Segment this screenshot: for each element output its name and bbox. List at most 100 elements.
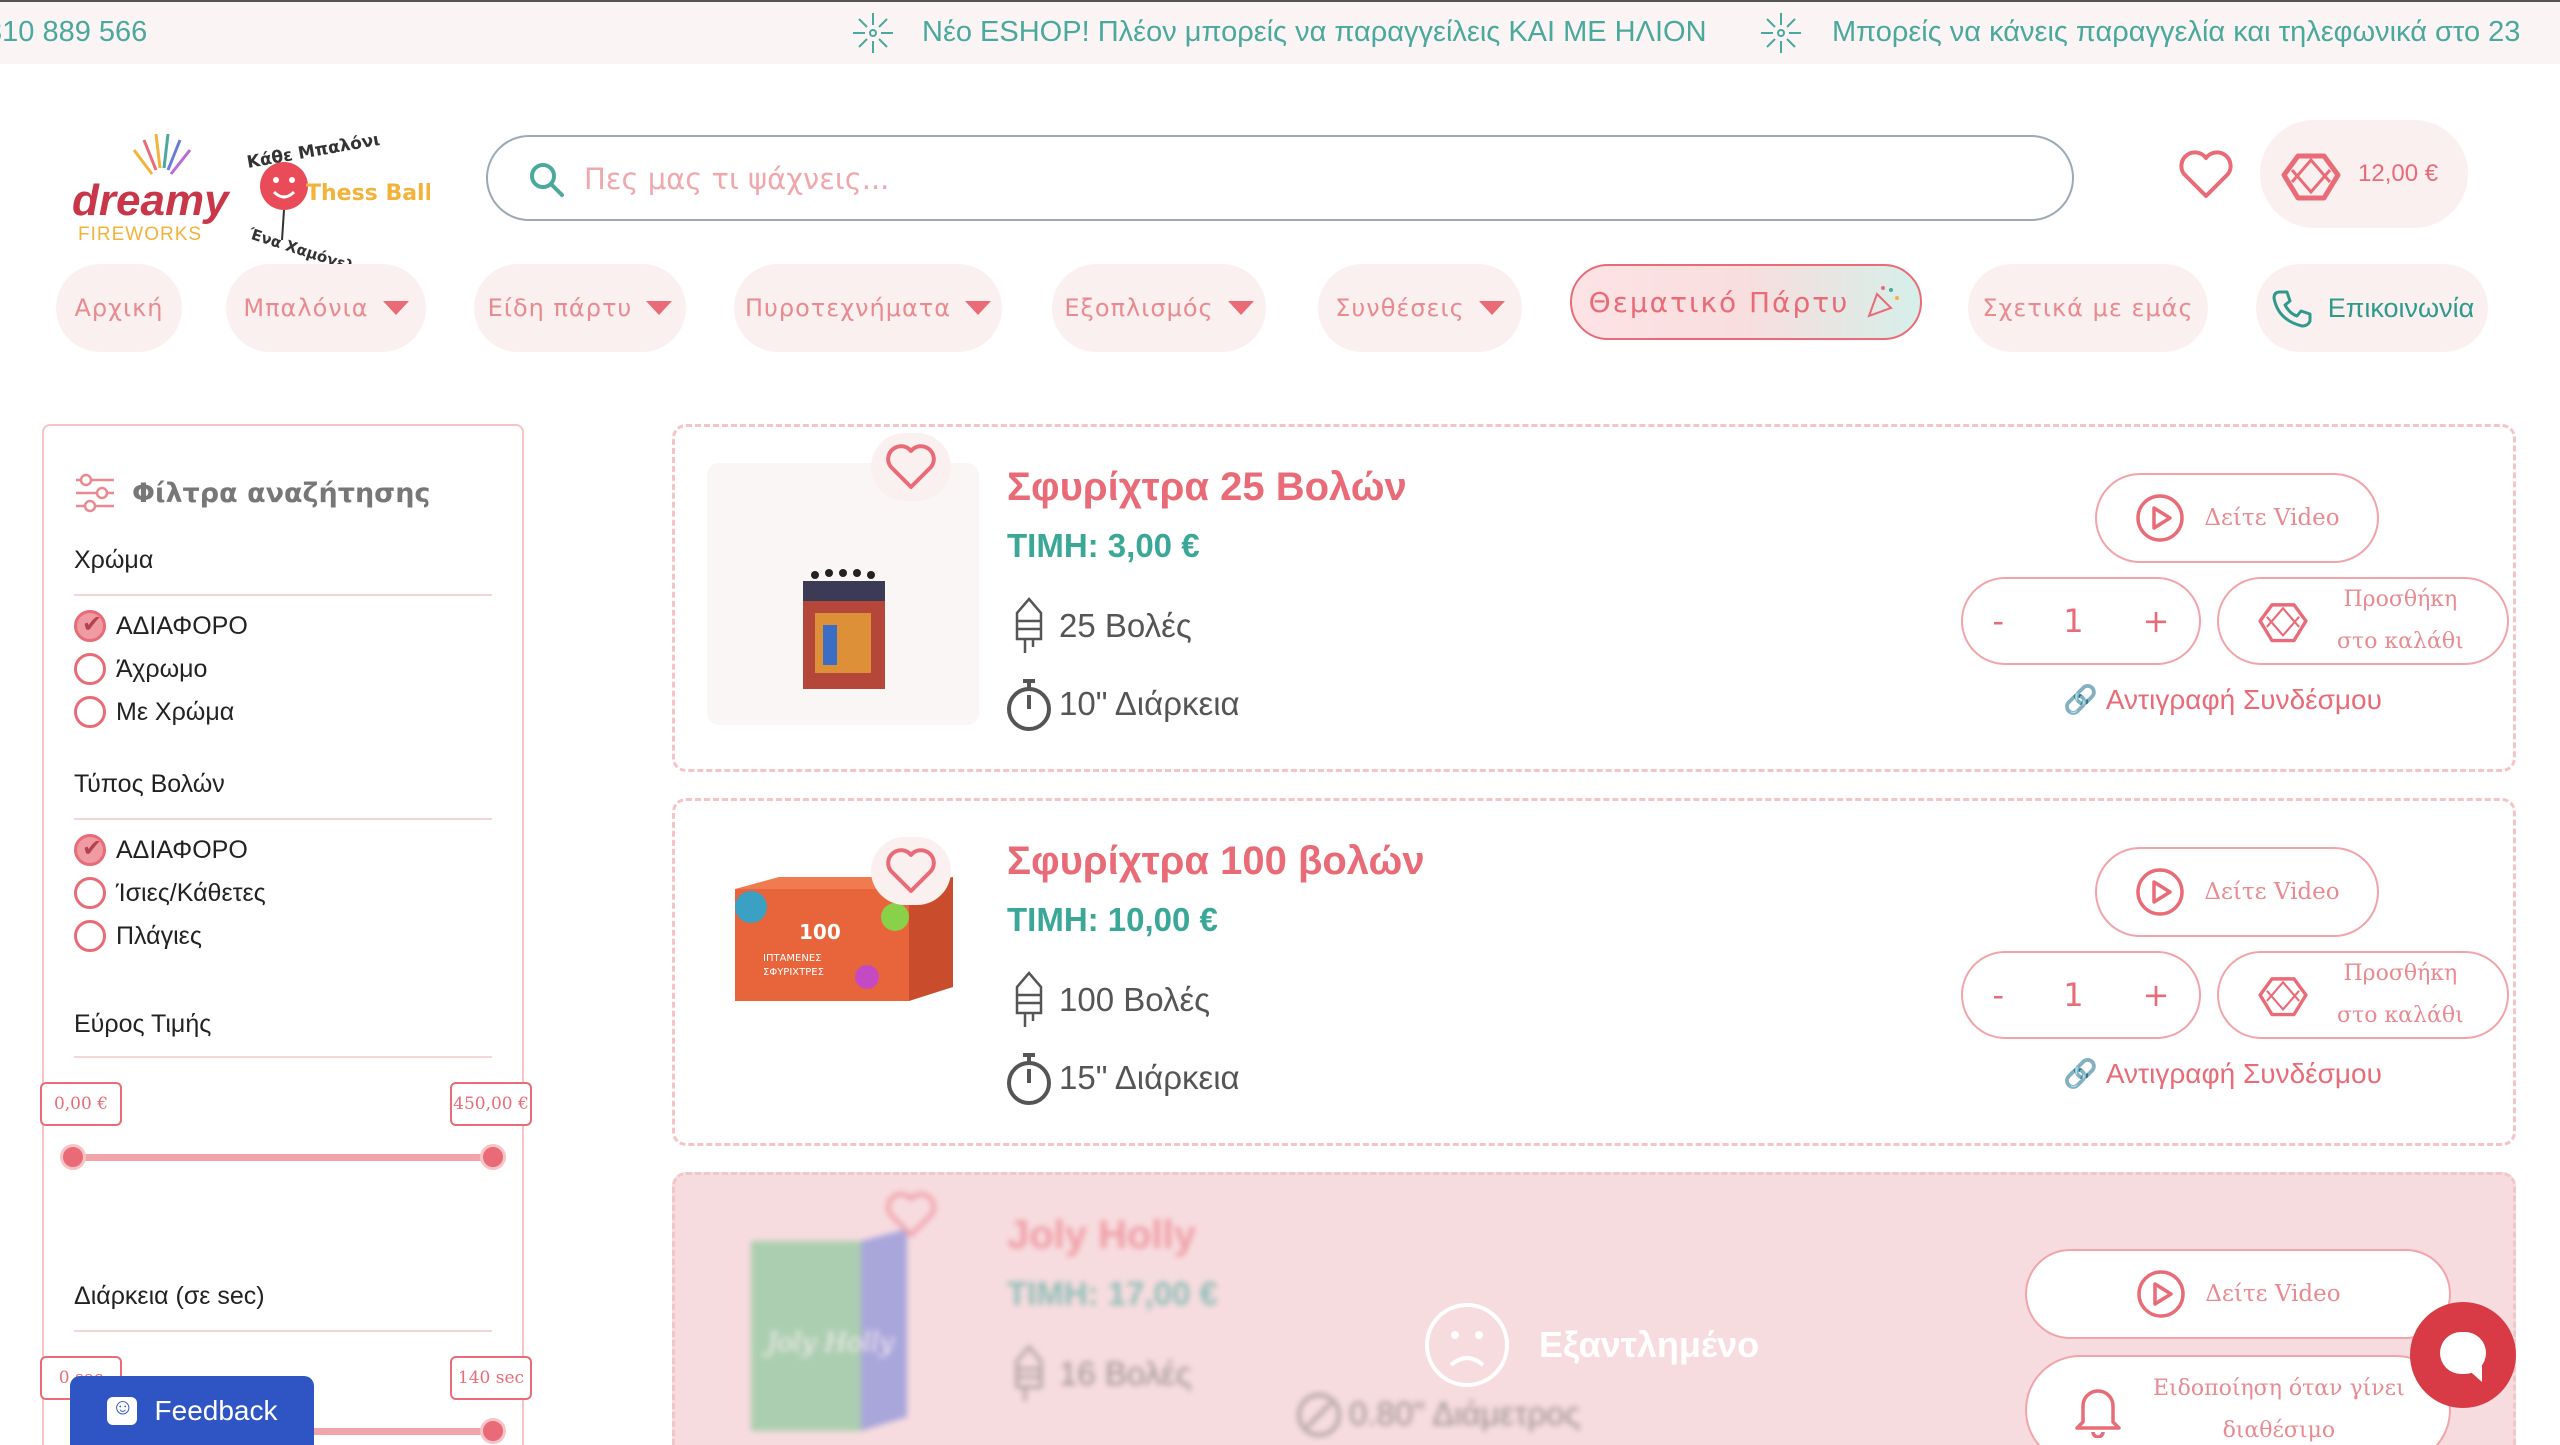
caret-down-icon	[965, 301, 992, 315]
watch-video-button[interactable]: Δείτε Video	[2095, 473, 2379, 563]
filter-color-option-label: Με Χρώμα	[116, 697, 235, 726]
quantity-decrease[interactable]: -	[1993, 602, 2005, 640]
ticker-phone[interactable]: 310 889 566	[0, 16, 147, 49]
copy-link-label: Αντιγραφή Συνδέσμου	[2105, 683, 2382, 715]
nav-about[interactable]: Σχετικά με εμάς	[1968, 264, 2208, 352]
nav-party[interactable]: Είδη πάρτυ	[474, 264, 686, 352]
duration-max-tooltip: 140 sec	[450, 1356, 532, 1400]
nav-equipment[interactable]: Εξοπλισμός	[1052, 264, 1266, 352]
quantity-decrease[interactable]: -	[1993, 976, 2005, 1014]
nav-home[interactable]: Αρχική	[56, 264, 182, 352]
filter-shot-type-option[interactable]: ΑΔΙΑΦΟΡΟ	[74, 834, 248, 866]
rocket-icon	[1015, 1345, 1043, 1401]
filter-shot-type-option[interactable]: Ίσιες/Κάθετες	[74, 877, 266, 909]
nav-party-label: Είδη πάρτυ	[487, 294, 633, 322]
filter-color-option-label: Άχρωμο	[116, 654, 208, 683]
nav-contact[interactable]: Επικοινωνία	[2256, 264, 2488, 352]
nav-equipment-label: Εξοπλισμός	[1064, 294, 1214, 322]
nav-fireworks[interactable]: Πυροτεχνήματα	[734, 264, 1002, 352]
heart-icon	[886, 1192, 936, 1237]
play-icon	[2137, 1270, 2186, 1318]
feedback-button[interactable]: Feedback	[70, 1376, 314, 1445]
price-max-handle[interactable]	[480, 1144, 506, 1170]
cart-button[interactable]: 12,00 €	[2260, 120, 2468, 228]
nav-theme-party[interactable]: Θεματικό Πάρτυ	[1570, 264, 1922, 340]
product-shots-label: 16 Βολές	[1059, 1355, 1192, 1392]
caret-down-icon	[1227, 301, 1254, 315]
product-wishlist-button[interactable]	[871, 1181, 951, 1249]
product-name[interactable]: Σφυρίχτρα 100 βολών	[1007, 839, 1425, 884]
nav-balloons[interactable]: Μπαλόνια	[226, 264, 426, 352]
product-wishlist-button[interactable]	[871, 837, 951, 905]
product-duration: 15" Διάρκεια	[1005, 1047, 1240, 1109]
party-icon	[1867, 286, 1900, 318]
play-icon	[2136, 494, 2185, 542]
filter-color-option[interactable]: Με Χρώμα	[74, 696, 234, 728]
product-image[interactable]: Joly Holly	[707, 1211, 979, 1445]
price-min-handle[interactable]	[60, 1144, 86, 1170]
radio-icon[interactable]	[74, 920, 106, 952]
cart-total: 12,00 €	[2358, 160, 2439, 187]
search-bar[interactable]	[486, 135, 2074, 221]
stopwatch-icon	[1007, 1053, 1051, 1105]
quantity-stepper[interactable]: - 1 +	[1961, 951, 2201, 1039]
nav-compositions[interactable]: Συνθέσεις	[1318, 264, 1522, 352]
filter-shot-type-option-label: Ίσιες/Κάθετες	[116, 878, 266, 907]
heart-icon	[886, 444, 936, 489]
add-to-cart-button[interactable]: Προσθήκη στο καλάθι	[2217, 577, 2509, 665]
nav-home-label: Αρχική	[74, 294, 164, 322]
filter-color-option[interactable]: ΑΔΙΑΦΟΡΟ	[74, 610, 248, 642]
product-duration-label: 10" Διάρκεια	[1059, 685, 1240, 722]
logo-graphic: dreamy FIREWORKS Κάθε Μπαλόνι Thess Ball…	[72, 130, 491, 279]
notify-when-available-button[interactable]: Ειδοποίηση όταν γίνει διαθέσιμο	[2025, 1355, 2451, 1445]
product-wishlist-button[interactable]	[871, 433, 951, 501]
quantity-stepper[interactable]: - 1 +	[1961, 577, 2201, 665]
link-icon: 🔗	[2063, 1058, 2098, 1089]
product-name[interactable]: Σφυρίχτρα 25 Βολών	[1007, 465, 1407, 510]
radio-icon[interactable]	[74, 653, 106, 685]
nav-theme-label: Θεματικό Πάρτυ	[1588, 285, 1850, 319]
search-input[interactable]	[584, 155, 1984, 203]
product-name[interactable]: Joly Holly	[1007, 1213, 1196, 1258]
site-logo[interactable]: dreamy FIREWORKS Κάθε Μπαλόνι Thess Ball…	[70, 110, 491, 280]
notify-label-line2: διαθέσιμο	[2222, 1418, 2336, 1443]
add-to-cart-button[interactable]: Προσθήκη στο καλάθι	[2217, 951, 2509, 1039]
product-price: ΤΙΜΗ: 17,00 €	[1007, 1275, 1218, 1312]
product-duration: 10" Διάρκεια	[1005, 673, 1240, 735]
filter-shot-type-option-label: ΑΔΙΑΦΟΡΟ	[116, 835, 248, 864]
watch-video-button[interactable]: Δείτε Video	[2095, 847, 2379, 937]
feedback-label: Feedback	[154, 1394, 278, 1426]
chat-widget-button[interactable]	[2410, 1302, 2516, 1408]
firework-icon	[853, 13, 893, 53]
quantity-increase[interactable]: +	[2143, 602, 2170, 640]
cart-basket-icon	[2281, 153, 2341, 201]
product-shots: 25 Βολές	[1005, 595, 1192, 657]
quantity-increase[interactable]: +	[2143, 976, 2170, 1014]
rocket-icon	[1015, 971, 1043, 1027]
sold-out-status: Εξαντλημένο	[1423, 1301, 1759, 1389]
filter-shot-type-option[interactable]: Πλάγιες	[74, 920, 202, 952]
radio-checked-icon[interactable]	[74, 834, 106, 866]
box-print-text: ΣΦΥΡΙΧΤΡΕΣ	[763, 967, 824, 978]
caret-down-icon	[382, 301, 409, 315]
wishlist-heart-icon[interactable]	[2178, 148, 2234, 200]
radio-checked-icon[interactable]	[74, 610, 106, 642]
product-duration-label: 15" Διάρκεια	[1059, 1059, 1240, 1096]
radio-icon[interactable]	[74, 696, 106, 728]
quantity-value[interactable]: 1	[2063, 976, 2083, 1014]
ticker-message: Μπορείς να κάνεις παραγγελία και τηλεφων…	[1832, 16, 2521, 48]
sold-out-label: Εξαντλημένο	[1539, 1324, 1760, 1365]
logo-brand-2: Thess Balloons	[306, 181, 430, 206]
copy-link-button[interactable]: 🔗 Αντιγραφή Συνδέσμου	[2063, 1057, 2382, 1090]
product-image[interactable]	[707, 463, 979, 725]
watch-video-button[interactable]: Δείτε Video	[2025, 1249, 2451, 1339]
add-to-cart-label-line1: Προσθήκη	[2343, 587, 2458, 612]
copy-link-button[interactable]: 🔗 Αντιγραφή Συνδέσμου	[2063, 683, 2382, 716]
price-max-tooltip: 450,00 €	[450, 1082, 532, 1126]
radio-icon[interactable]	[74, 877, 106, 909]
duration-max-handle[interactable]	[480, 1418, 506, 1444]
filter-color-option[interactable]: Άχρωμο	[74, 653, 207, 685]
phone-icon	[2272, 290, 2312, 328]
stopwatch-icon	[1007, 679, 1051, 731]
quantity-value[interactable]: 1	[2063, 602, 2083, 640]
